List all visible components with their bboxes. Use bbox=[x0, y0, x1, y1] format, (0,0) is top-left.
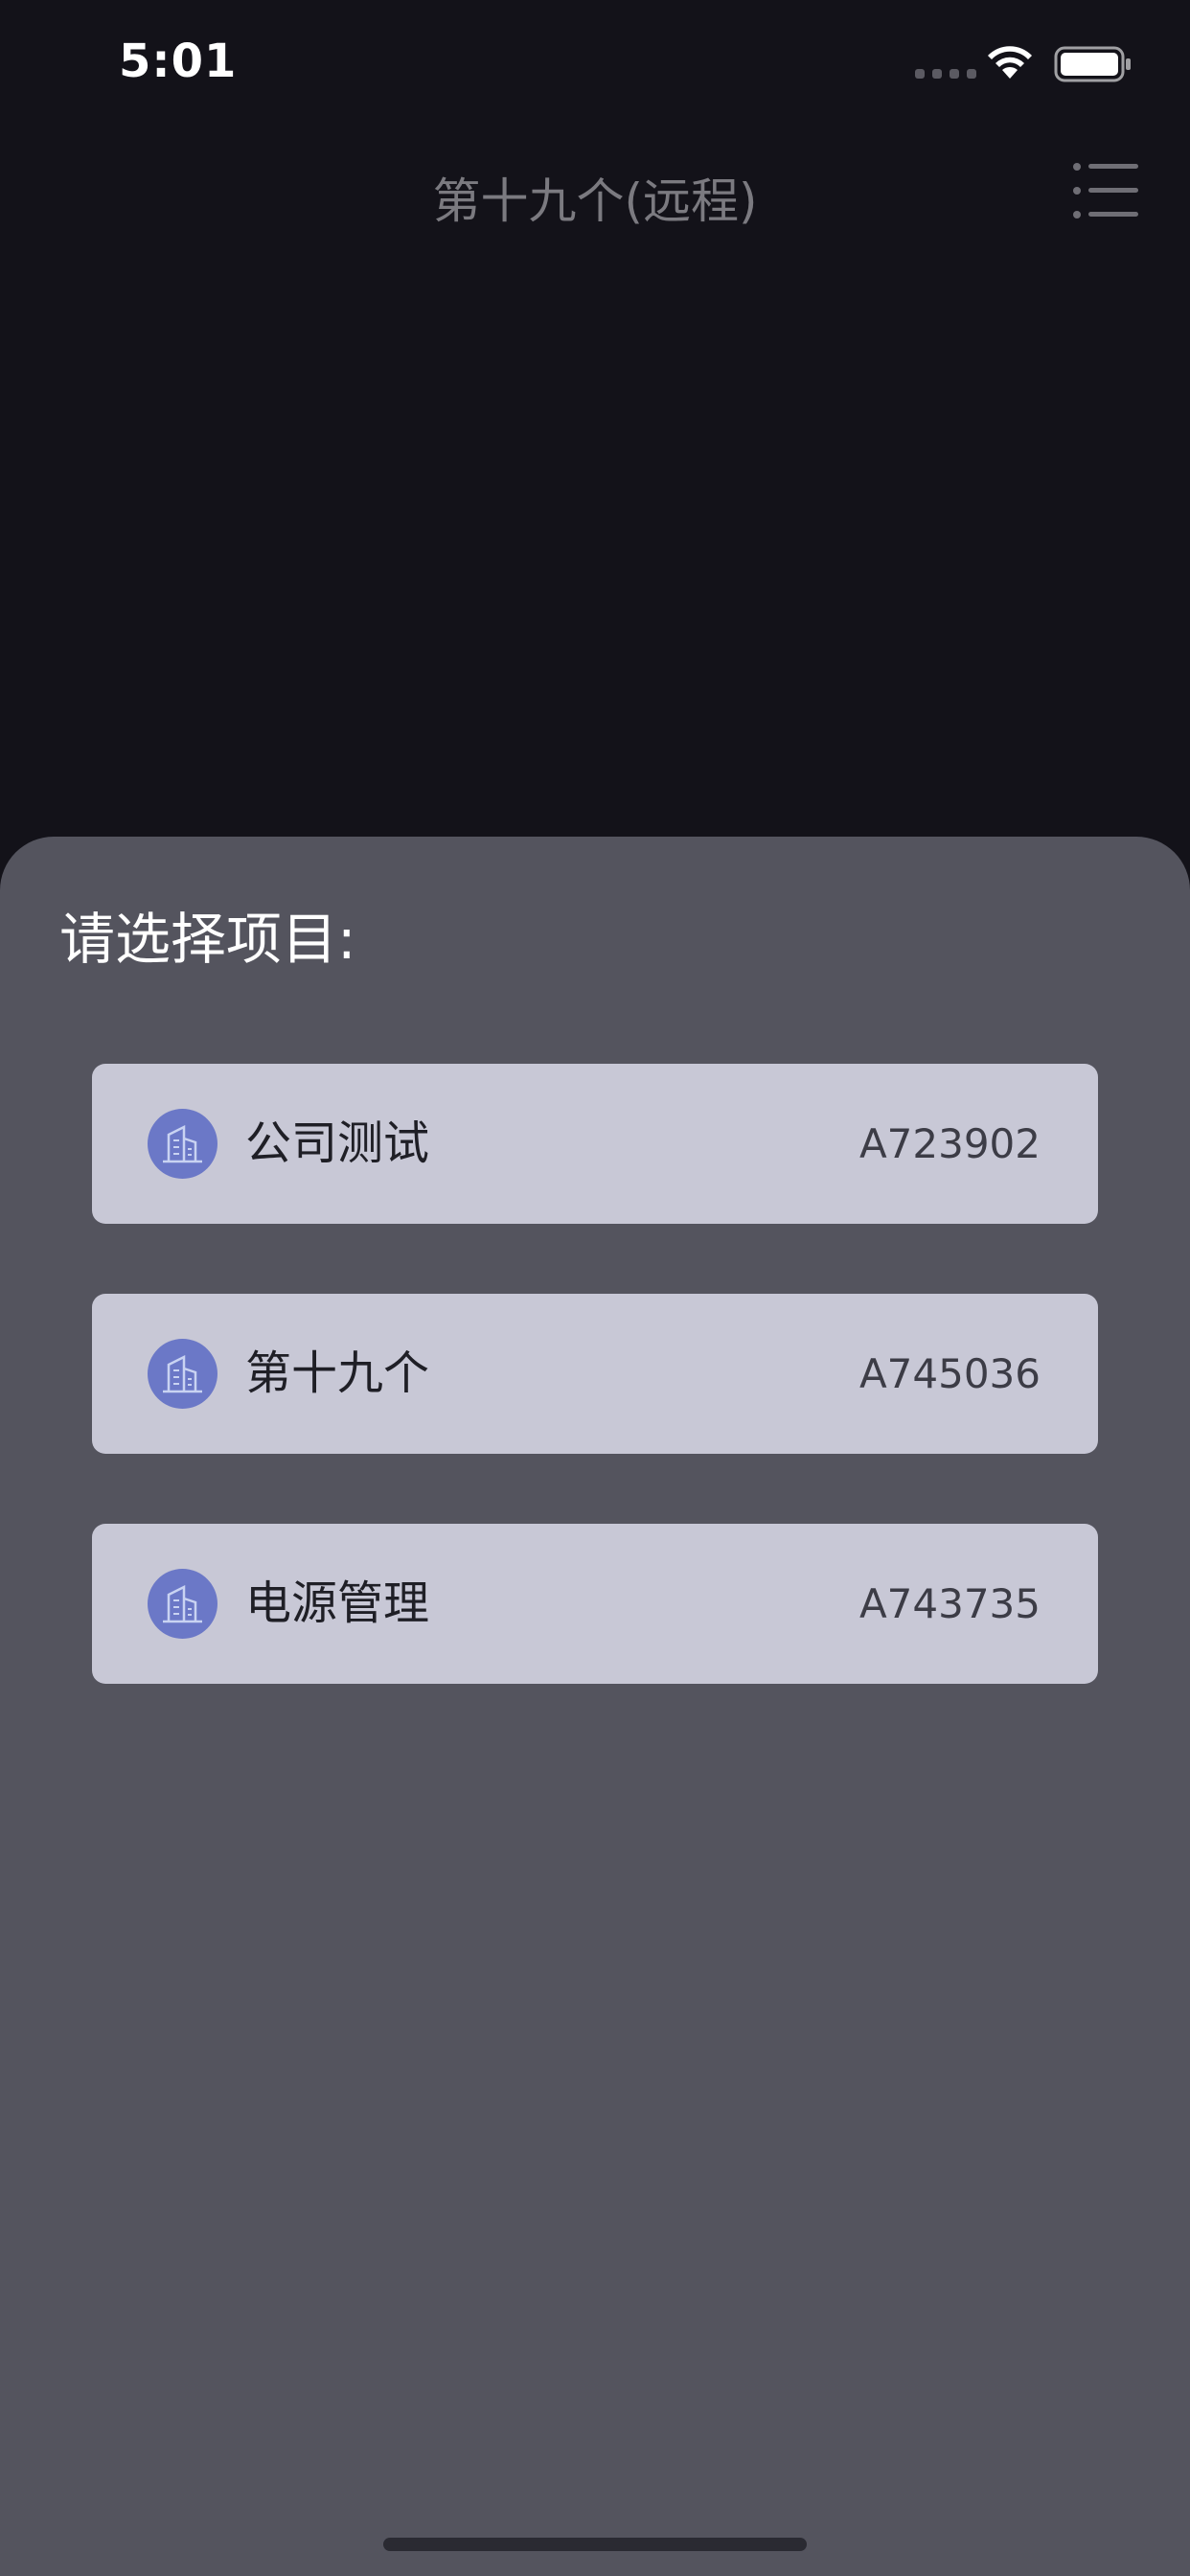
project-code: A723902 bbox=[858, 1120, 1041, 1167]
status-bar: 5:01 bbox=[0, 0, 1190, 125]
building-icon bbox=[148, 1109, 217, 1179]
project-picker-sheet: 请选择项目: 公司测试 A723902 第十九个 A745036 电源管理 A7… bbox=[0, 837, 1190, 2576]
project-item[interactable]: 电源管理 A743735 bbox=[92, 1524, 1098, 1684]
project-code: A743735 bbox=[858, 1580, 1041, 1627]
project-name: 第十九个 bbox=[245, 1346, 430, 1400]
list-menu-icon[interactable] bbox=[1071, 159, 1140, 222]
battery-icon bbox=[1054, 46, 1131, 82]
project-item[interactable]: 第十九个 A745036 bbox=[92, 1294, 1098, 1454]
project-name: 电源管理 bbox=[245, 1576, 430, 1630]
home-indicator[interactable] bbox=[383, 2538, 807, 2551]
sheet-title: 请选择项目: bbox=[59, 907, 356, 972]
cellular-signal-icon bbox=[915, 69, 976, 79]
page-title: 第十九个(远程) bbox=[432, 173, 758, 229]
wifi-icon bbox=[988, 46, 1032, 79]
project-name: 公司测试 bbox=[245, 1116, 430, 1170]
nav-bar: 第十九个(远程) bbox=[0, 144, 1190, 249]
status-time: 5:01 bbox=[119, 34, 238, 88]
project-item[interactable]: 公司测试 A723902 bbox=[92, 1064, 1098, 1224]
project-code: A745036 bbox=[858, 1350, 1041, 1397]
building-icon bbox=[148, 1569, 217, 1639]
building-icon bbox=[148, 1339, 217, 1409]
